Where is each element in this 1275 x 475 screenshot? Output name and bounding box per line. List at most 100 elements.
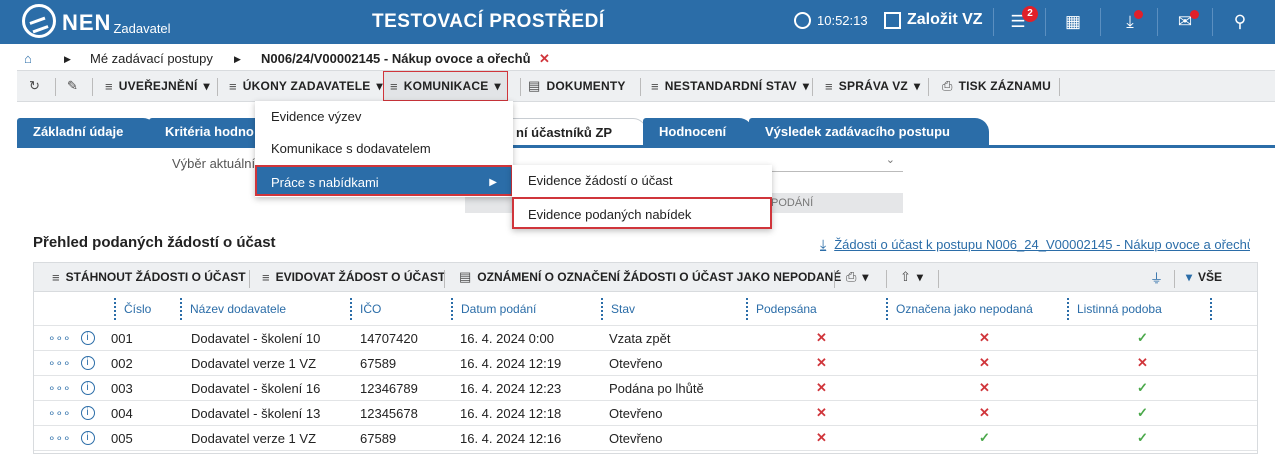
record-request-button[interactable]: ≡ EVIDOVAT ŽÁDOST O ÚČAST xyxy=(262,263,445,291)
col-stav[interactable]: Stav xyxy=(601,298,635,320)
more-icon[interactable]: ∘∘∘ xyxy=(48,356,71,370)
toolbar-label: NESTANDARDNÍ STAV xyxy=(664,79,797,93)
close-icon[interactable]: ✕ xyxy=(539,51,550,67)
button-label: OZNÁMENÍ O OZNAČENÍ ŽÁDOSTI O ÚČAST JAKO… xyxy=(477,270,842,284)
toolbar-tisk-zaznamu[interactable]: ⎙ TISK ZÁZNAMU xyxy=(942,71,1051,101)
home-icon[interactable]: ⌂ xyxy=(24,51,32,66)
caret-down-icon: ▾ xyxy=(802,79,810,93)
chevron-right-icon: ▶ xyxy=(234,54,241,64)
filter-all-dropdown[interactable]: ▾ VŠE xyxy=(1186,263,1222,291)
session-clock: 10:52:13 xyxy=(794,12,868,29)
divider xyxy=(520,78,521,96)
menu-item-prace-s-nabidkami[interactable]: Práce s nabídkami ▶ xyxy=(255,165,513,196)
breadcrumb-item[interactable]: Mé zadávací postupy xyxy=(90,51,213,66)
cross-icon: ✕ xyxy=(979,355,990,370)
col-ico[interactable]: IČO xyxy=(350,298,381,320)
check-icon: ✓ xyxy=(1137,430,1148,445)
toolbar-label: ÚKONY ZADAVATELE xyxy=(242,79,371,93)
toolbar-dokumenty[interactable]: ▤ DOKUMENTY xyxy=(528,71,626,101)
caret-down-icon: ▾ xyxy=(913,79,921,93)
tab-ucastnici[interactable]: ní účastníků ZP xyxy=(497,118,647,146)
info-icon[interactable]: i xyxy=(80,406,95,420)
table-row[interactable]: ∘∘∘ i 001 Dodavatel - školení 10 14707420 16.… xyxy=(34,326,1257,351)
col-listinna[interactable]: Listinná podoba xyxy=(1067,298,1162,320)
print-icon: ⎙ xyxy=(942,78,953,93)
col-cislo[interactable]: Číslo xyxy=(114,298,151,320)
info-icon[interactable]: i xyxy=(80,331,95,345)
toolbar-uverejneni[interactable]: ≡ UVEŘEJNĚNÍ ▾ xyxy=(105,71,210,101)
submenu-item-evidence-nabidek[interactable]: Evidence podaných nabídek xyxy=(512,197,772,229)
document-icon: ▤ xyxy=(528,78,541,93)
cell-datum: 16. 4. 2024 0:00 xyxy=(460,330,554,346)
section-export-link[interactable]: ⤓ Žádosti o účast k postupu N006_24_V000… xyxy=(820,236,1250,253)
more-icon[interactable]: ∘∘∘ xyxy=(48,381,71,395)
export-menu-button[interactable]: ⇧ ▾ xyxy=(900,263,923,291)
table-row[interactable]: ∘∘∘ i 004 Dodavatel - školení 13 12345678 16.… xyxy=(34,401,1257,426)
clock-time: 10:52:13 xyxy=(817,13,868,28)
nen-logo[interactable]: NEN Zadavatel xyxy=(22,4,171,38)
tab-hodnoceni[interactable]: Hodnocení xyxy=(643,118,753,146)
divider xyxy=(812,78,813,96)
caret-down-icon: ▾ xyxy=(203,79,210,93)
cell-podepsana: ✕ xyxy=(816,376,827,400)
tab-zakladni-udaje[interactable]: Základní údaje xyxy=(17,118,157,146)
col-podepsana[interactable]: Podepsána xyxy=(746,298,817,320)
user-icon[interactable]: ⚲ xyxy=(1230,12,1250,32)
filter-icon[interactable]: ⏚ xyxy=(1150,263,1163,291)
cross-icon: ✕ xyxy=(979,380,990,395)
menu-lines-icon: ≡ xyxy=(52,269,60,285)
table-row[interactable]: ∘∘∘ i 003 Dodavatel - školení 16 12346789 16.… xyxy=(34,376,1257,401)
table-row[interactable]: ∘∘∘ i 005 Dodavatel verze 1 VZ 67589 16. 4. 2… xyxy=(34,426,1257,451)
col-nepodana[interactable]: Označena jako nepodaná xyxy=(886,298,1033,320)
clock-icon xyxy=(794,12,811,29)
more-icon[interactable]: ∘∘∘ xyxy=(48,331,71,345)
calculator-icon[interactable]: ▦ xyxy=(1063,12,1083,32)
toolbar-ukony-zadavatele[interactable]: ≡ ÚKONY ZADAVATELE ▾ xyxy=(229,71,383,101)
menu-item-evidence-vyzev[interactable]: Evidence výzev xyxy=(255,101,513,132)
button-label: STÁHNOUT ŽÁDOSTI O ÚČAST xyxy=(65,270,246,284)
submenu-item-evidence-zadosti[interactable]: Evidence žádostí o účast xyxy=(512,165,772,197)
toolbar-label: DOKUMENTY xyxy=(546,79,626,93)
share-icon: ⇧ xyxy=(900,269,911,284)
info-icon[interactable]: i xyxy=(80,356,95,370)
download-icon: ⤓ xyxy=(820,236,827,252)
download-requests-button[interactable]: ≡ STÁHNOUT ŽÁDOSTI O ÚČAST xyxy=(52,263,246,291)
info-icon[interactable]: i xyxy=(80,381,95,395)
cell-podepsana: ✕ xyxy=(816,401,827,425)
toolbar-komunikace[interactable]: ≡ KOMUNIKACE ▾ xyxy=(383,71,508,101)
caret-down-icon: ▾ xyxy=(1186,270,1193,284)
edit-button[interactable]: ✎ xyxy=(67,71,78,101)
cell-cislo: 001 xyxy=(111,330,133,346)
info-icon[interactable]: i xyxy=(80,431,95,445)
divider xyxy=(217,78,218,96)
create-vz-label: Založit VZ xyxy=(907,11,983,28)
more-icon[interactable]: ∘∘∘ xyxy=(48,406,71,420)
notification-badge: 2 xyxy=(1022,6,1038,22)
menu-item-komunikace-s-dodavatelem[interactable]: Komunikace s dodavatelem xyxy=(255,133,513,164)
refresh-button[interactable]: ↻ xyxy=(29,71,40,101)
environment-title: TESTOVACÍ PROSTŘEDÍ xyxy=(372,11,605,32)
cross-icon: ✕ xyxy=(979,405,990,420)
cell-nazev: Dodavatel verze 1 VZ xyxy=(191,430,317,446)
more-icon[interactable]: ∘∘∘ xyxy=(48,431,71,445)
main-toolbar: ↻ ✎ ≡ UVEŘEJNĚNÍ ▾ ≡ ÚKONY ZADAVATELE ▾ ≡ KOM… xyxy=(17,70,1275,102)
caret-down-icon: ▾ xyxy=(494,79,501,93)
cross-icon: ✕ xyxy=(816,405,827,420)
toolbar-nestandardni-stav[interactable]: ≡ NESTANDARDNÍ STAV ▾ xyxy=(651,71,809,101)
cell-stav: Vzata zpět xyxy=(609,330,671,346)
table-row[interactable]: ∘∘∘ i 002 Dodavatel verze 1 VZ 67589 16. 4. 2… xyxy=(34,351,1257,376)
col-nazev[interactable]: Název dodavatele xyxy=(180,298,286,320)
check-icon: ✓ xyxy=(1137,405,1148,420)
toolbar-sprava-vz[interactable]: ≡ SPRÁVA VZ ▾ xyxy=(825,71,920,101)
notify-unsubmitted-button[interactable]: ▤ OZNÁMENÍ O OZNAČENÍ ŽÁDOSTI O ÚČAST JAK… xyxy=(459,263,841,291)
menu-lines-icon: ≡ xyxy=(229,78,237,94)
col-datum[interactable]: Datum podání xyxy=(451,298,536,320)
logo-icon xyxy=(22,4,56,38)
print-menu-button[interactable]: ⎙ ▾ xyxy=(846,263,868,291)
pencil-icon: ✎ xyxy=(67,78,79,93)
breadcrumb-current: N006/24/V00002145 - Nákup ovoce a ořechů xyxy=(261,51,531,66)
create-vz-button[interactable]: Založit VZ xyxy=(884,11,983,29)
requests-table: Číslo Název dodavatele IČO Datum podání … xyxy=(33,292,1258,454)
tab-vysledek[interactable]: Výsledek zadávacího postupu xyxy=(749,118,989,146)
check-icon: ✓ xyxy=(979,430,990,445)
